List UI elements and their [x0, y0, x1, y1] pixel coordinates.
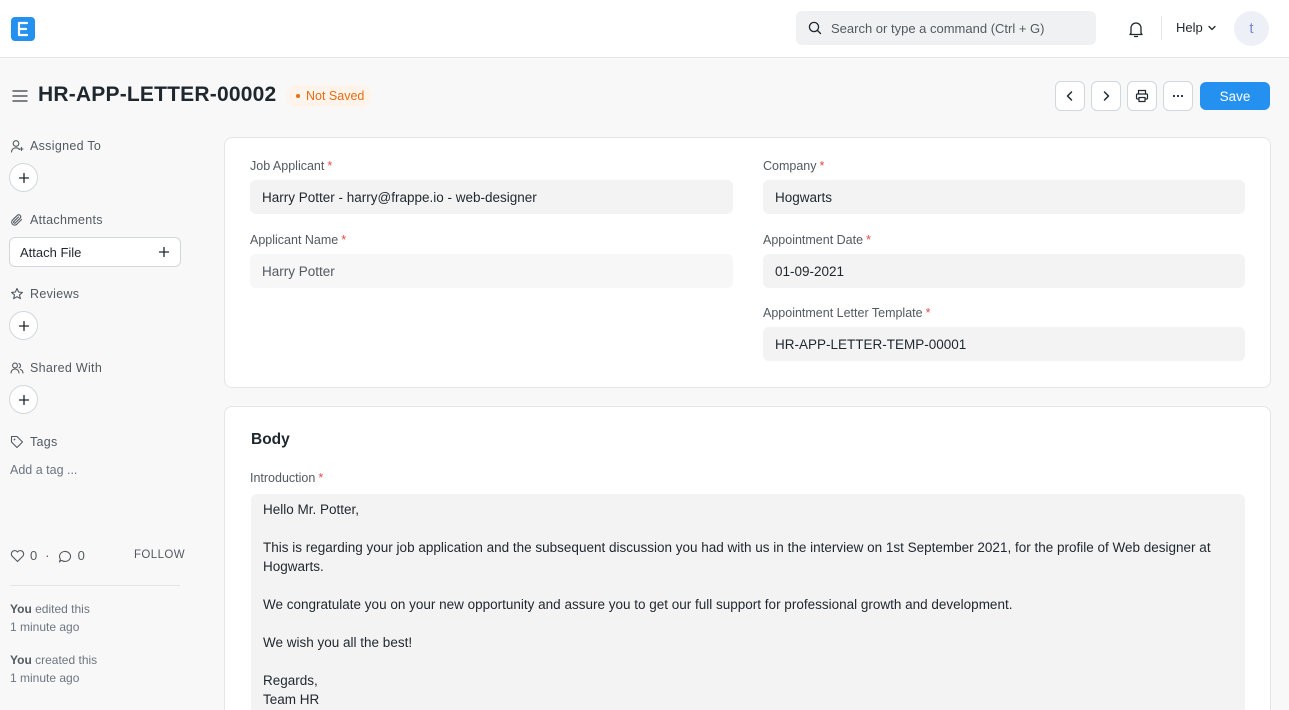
applicant-name-label-text: Applicant Name	[250, 233, 339, 247]
activity-time: 1 minute ago	[10, 671, 80, 685]
more-dots-icon	[1172, 94, 1184, 98]
sidebar-toggle-icon[interactable]	[12, 89, 28, 103]
activity-time: 1 minute ago	[10, 620, 80, 634]
company-label-text: Company	[763, 159, 817, 173]
required-mark: *	[341, 233, 347, 247]
print-button[interactable]	[1127, 81, 1157, 111]
search-icon	[808, 21, 822, 35]
save-button[interactable]: Save	[1200, 82, 1270, 110]
plus-icon	[18, 172, 29, 183]
chevron-left-icon	[1066, 91, 1073, 101]
more-actions-button[interactable]	[1163, 81, 1193, 111]
intro-line: Hello Mr. Potter,	[263, 502, 360, 517]
page-title: HR-APP-LETTER-00002	[38, 83, 277, 106]
users-icon	[10, 362, 24, 374]
body-section: Body Introduction * Hello Mr. Potter, Thi…	[224, 406, 1271, 710]
introduction-label-text: Introduction	[250, 471, 316, 485]
user-icon	[10, 140, 24, 153]
intro-line: Regards,	[263, 673, 318, 688]
template-label: Appointment Letter Template *	[763, 306, 930, 320]
add-assignment-button[interactable]	[9, 163, 38, 192]
navbar: Help t	[0, 0, 1289, 58]
user-avatar[interactable]: t	[1234, 11, 1269, 46]
help-dropdown[interactable]: Help	[1176, 20, 1217, 35]
activity-item: You edited this 1 minute ago	[10, 600, 90, 636]
appointment-date-label-text: Appointment Date	[763, 233, 864, 247]
body-section-title[interactable]: Body	[251, 431, 290, 449]
applicant-name-label: Applicant Name *	[250, 233, 346, 247]
follow-button[interactable]: FOLLOW	[134, 549, 185, 561]
notifications-bell-icon[interactable]	[1126, 19, 1146, 39]
activity-action: edited this	[35, 602, 90, 616]
reviews-section: Reviews	[10, 287, 79, 301]
likes-comments-bar: 0 · 0	[10, 548, 85, 563]
required-mark: *	[866, 233, 871, 247]
help-label: Help	[1176, 20, 1203, 35]
required-mark: *	[327, 159, 333, 173]
comments-count: 0	[77, 548, 85, 563]
chevron-right-icon	[1103, 91, 1110, 101]
introduction-textarea[interactable]: Hello Mr. Potter, This is regarding your…	[251, 494, 1245, 710]
previous-doc-button[interactable]	[1055, 81, 1085, 111]
job-applicant-label: Job Applicant *	[250, 159, 332, 173]
chevron-down-icon	[1208, 25, 1216, 30]
avatar-initial: t	[1249, 20, 1254, 37]
intro-line: We congratulate you on your new opportun…	[263, 597, 1013, 612]
navbar-divider	[1161, 16, 1162, 40]
tag-icon	[10, 435, 24, 449]
add-tag-link[interactable]: Add a tag ...	[10, 463, 77, 477]
printer-icon	[1135, 89, 1149, 103]
attachments-section: Attachments	[10, 213, 103, 227]
paperclip-icon	[11, 214, 23, 226]
activity-action: created this	[35, 653, 98, 667]
likes-count: 0	[30, 548, 38, 563]
shared-with-section: Shared With	[10, 361, 102, 375]
reviews-label: Reviews	[30, 287, 80, 301]
attach-file-label: Attach File	[20, 244, 82, 260]
attach-file-button[interactable]: Attach File	[9, 237, 181, 267]
intro-line: We wish you all the best!	[263, 635, 413, 650]
activity-user: You	[10, 602, 32, 616]
company-label: Company *	[763, 159, 824, 173]
plus-icon	[18, 320, 29, 331]
appointment-date-field[interactable]: 01-09-2021	[763, 254, 1245, 288]
intro-line: This is regarding your job application a…	[263, 540, 1211, 574]
status-badge: Not Saved	[286, 85, 373, 107]
job-applicant-field[interactable]: Harry Potter - harry@frappe.io - web-des…	[250, 180, 733, 214]
star-icon	[11, 287, 23, 300]
search-input[interactable]	[831, 20, 1081, 36]
add-review-button[interactable]	[9, 311, 38, 340]
attachments-label: Attachments	[30, 213, 103, 227]
comment-icon[interactable]	[58, 549, 73, 563]
separator-dot: ·	[45, 548, 50, 563]
sidebar-divider	[10, 585, 180, 586]
template-label-text: Appointment Letter Template	[763, 306, 923, 320]
required-mark: *	[925, 306, 931, 320]
required-mark: *	[318, 471, 324, 485]
heart-icon[interactable]	[10, 549, 25, 563]
search-bar[interactable]	[796, 11, 1096, 45]
tags-section: Tags	[10, 435, 58, 449]
plus-icon	[18, 394, 29, 405]
applicant-name-field: Harry Potter	[250, 254, 733, 288]
required-mark: *	[819, 159, 825, 173]
add-share-button[interactable]	[9, 385, 38, 414]
tags-label: Tags	[30, 435, 58, 449]
activity-item: You created this 1 minute ago	[10, 651, 97, 687]
plus-icon	[158, 246, 170, 258]
app-logo-icon[interactable]	[11, 17, 35, 41]
job-applicant-label-text: Job Applicant	[250, 159, 325, 173]
assigned-to-section: Assigned To	[10, 139, 101, 153]
assigned-to-label: Assigned To	[30, 139, 102, 153]
details-section: Job Applicant * Harry Potter - harry@frap…	[224, 137, 1271, 388]
shared-with-label: Shared With	[30, 361, 103, 375]
introduction-label: Introduction *	[250, 471, 323, 485]
activity-user: You	[10, 653, 32, 667]
company-field[interactable]: Hogwarts	[763, 180, 1245, 214]
intro-line: Team HR	[263, 692, 320, 707]
next-doc-button[interactable]	[1091, 81, 1121, 111]
template-field[interactable]: HR-APP-LETTER-TEMP-00001	[763, 327, 1245, 361]
appointment-date-label: Appointment Date *	[763, 233, 871, 247]
